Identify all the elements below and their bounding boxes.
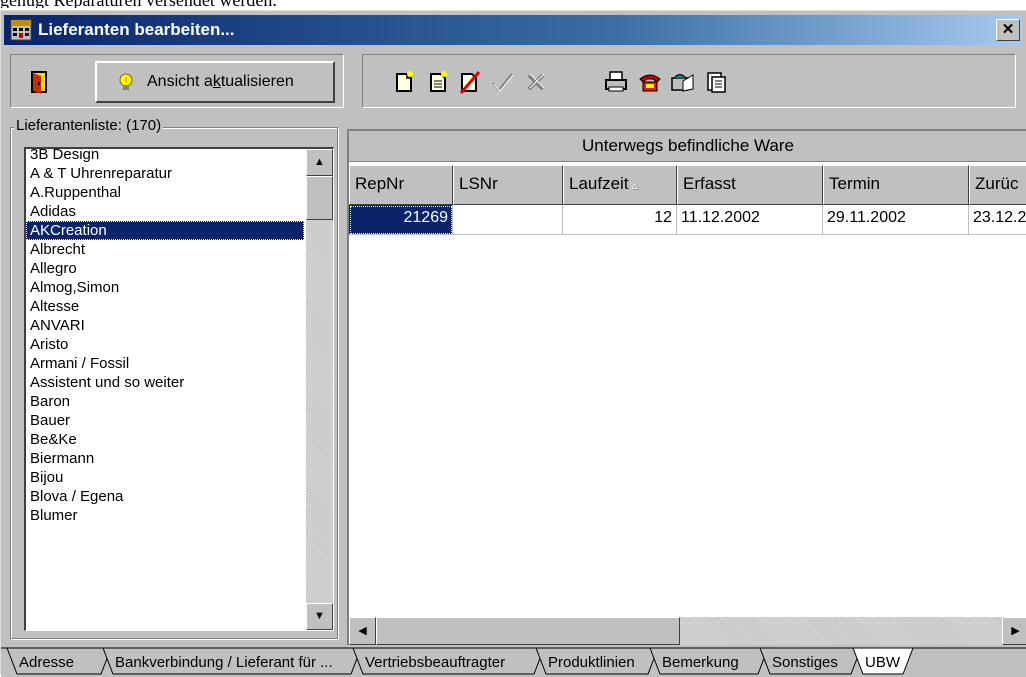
list-item[interactable]: Baron <box>26 392 304 411</box>
tab-label: Bemerkung <box>662 654 739 671</box>
toolbar: Ansicht aktualisieren <box>4 48 1022 114</box>
table-row[interactable]: 21269 12 11.12.2002 29.11.2002 23.12.2 <box>349 205 1026 235</box>
list-item[interactable]: Allegro <box>26 259 304 278</box>
scroll-left-button[interactable]: ◀ <box>349 617 376 645</box>
sort-ascending-icon: ▵ <box>628 178 638 192</box>
copy-document-icon[interactable] <box>425 69 451 95</box>
list-item[interactable]: ANVARI <box>26 316 304 335</box>
list-item[interactable]: Bauer <box>26 411 304 430</box>
mail-icon[interactable] <box>669 69 695 95</box>
list-item[interactable]: A & T Uhrenreparatur <box>26 164 304 183</box>
cell-termin[interactable]: 29.11.2002 <box>823 205 969 235</box>
report-icon[interactable] <box>703 69 729 95</box>
toolbar-group-navigation: Ansicht aktualisieren <box>10 54 344 108</box>
cancel-cross-icon <box>527 73 545 91</box>
list-item[interactable]: Albrecht <box>26 240 304 259</box>
scroll-right-button[interactable]: ▶ <box>1002 617 1026 645</box>
title-bar[interactable]: Lieferanten bearbeiten... ✕ <box>4 15 1022 45</box>
column-header-erfasst[interactable]: Erfasst <box>677 165 823 205</box>
phone-icon[interactable] <box>637 69 663 95</box>
grid-header-row: RepNr LSNr Laufzeit ▵ Erfasst Termin Zurüc <box>349 165 1026 205</box>
supplier-listbox[interactable]: 3B Design A & T Uhrenreparatur A.Ruppentha… <box>24 147 334 631</box>
list-item[interactable]: Altesse <box>26 297 304 316</box>
list-item[interactable]: AKCreation <box>26 221 304 240</box>
tab-label: Bankverbindung / Lieferant für ... <box>115 654 333 671</box>
list-item[interactable]: A.Ruppenthal <box>26 183 304 202</box>
supplier-list-panel: Lieferantenliste: (170) 3B Design A & T U… <box>4 117 342 647</box>
scroll-thumb[interactable] <box>306 176 333 220</box>
close-button[interactable]: ✕ <box>996 19 1020 41</box>
in-transit-goods-grid: Unterwegs befindliche Ware RepNr LSNr Lauf… <box>347 129 1026 645</box>
tab-label: Sonstiges <box>772 654 838 671</box>
document-text-line: genügt Reparaturen versendet werden. <box>0 0 1026 8</box>
tab-strip-graphic: Adresse Bankverbindung / Lieferant für ..… <box>1 647 1026 675</box>
confirm-check-icon <box>492 73 514 92</box>
column-header-zurüc[interactable]: Zurüc <box>969 165 1026 205</box>
cell-erfasst[interactable]: 11.12.2002 <box>677 205 823 235</box>
list-item[interactable]: Almog,Simon <box>26 278 304 297</box>
app-icon <box>10 19 32 41</box>
new-document-icon[interactable] <box>391 69 417 95</box>
list-item[interactable]: Blova / Egena <box>26 487 304 506</box>
list-item[interactable]: Armani / Fossil <box>26 354 304 373</box>
column-header-repnr[interactable]: RepNr <box>349 165 453 205</box>
close-icon: ✕ <box>1001 21 1015 38</box>
window-title: Lieferanten bearbeiten... <box>38 20 235 39</box>
tab-label: UBW <box>865 654 901 671</box>
supplier-list-items: 3B Design A & T Uhrenreparatur A.Ruppentha… <box>26 149 304 525</box>
list-item[interactable]: Biermann <box>26 449 304 468</box>
printer-icon[interactable] <box>603 69 629 95</box>
cell-zurueck[interactable]: 23.12.2 <box>969 205 1026 235</box>
list-item[interactable]: Blumer <box>26 506 304 525</box>
list-vertical-scrollbar[interactable]: ▲ ▼ <box>306 149 333 630</box>
exit-door-icon[interactable] <box>25 68 53 96</box>
grid-caption: Unterwegs befindliche Ware <box>349 131 1026 162</box>
lightbulb-icon <box>119 73 133 90</box>
column-header-termin[interactable]: Termin <box>823 165 969 205</box>
toolbar-group-actions <box>362 54 1016 108</box>
delete-document-icon[interactable] <box>457 69 483 95</box>
tab-label: Adresse <box>19 654 74 671</box>
list-item[interactable]: Adidas <box>26 202 304 221</box>
column-header-laufzeit[interactable]: Laufzeit ▵ <box>563 165 677 205</box>
list-item[interactable]: Aristo <box>26 335 304 354</box>
tab-label: Produktlinien <box>548 654 635 671</box>
cell-repnr[interactable]: 21269 <box>349 205 453 235</box>
list-item[interactable]: Bijou <box>26 468 304 487</box>
scroll-down-button[interactable]: ▼ <box>306 603 333 630</box>
list-item[interactable]: 3B Design <box>26 149 304 164</box>
grid-horizontal-scrollbar[interactable]: ◀ ▶ <box>349 617 1026 645</box>
scroll-up-button[interactable]: ▲ <box>306 149 333 176</box>
list-item[interactable]: Be&Ke <box>26 430 304 449</box>
list-item[interactable]: Assistent und so weiter <box>26 373 304 392</box>
supplier-list-label: Lieferantenliste: (170) <box>14 117 164 134</box>
cell-laufzeit[interactable]: 12 <box>563 205 677 235</box>
cell-lsnr[interactable] <box>453 205 563 235</box>
horizontal-scroll-thumb[interactable] <box>376 617 680 645</box>
tab-strip: Adresse Bankverbindung / Lieferant für ..… <box>1 647 1026 677</box>
refresh-view-label: Ansicht aktualisieren <box>147 73 294 90</box>
column-header-lsnr[interactable]: LSNr <box>453 165 563 205</box>
refresh-view-button[interactable]: Ansicht aktualisieren <box>95 61 335 103</box>
tab-label: Vertriebsbeauftragter <box>365 654 505 671</box>
supplier-edit-window: Lieferanten bearbeiten... ✕ Ansicht aktu… <box>0 10 1026 677</box>
